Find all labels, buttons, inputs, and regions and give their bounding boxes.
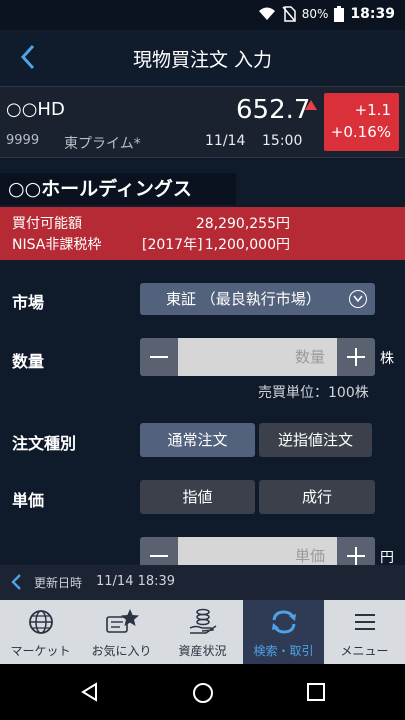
change-percent: +0.16% [330, 123, 391, 141]
update-time: 11/14 18:39 [96, 574, 176, 589]
price-type-market-button[interactable]: 成行 [259, 480, 375, 514]
nav-market[interactable]: マーケット [0, 600, 81, 664]
quantity-plus-button[interactable] [337, 338, 375, 376]
lot-size-text: 売買単位：100株 [258, 385, 369, 401]
order-type-label: 注文種別 [12, 434, 77, 453]
nisa-year: [2017年] [142, 237, 203, 253]
chevron-left-icon [11, 574, 21, 590]
nisa-label: NISA非課税枠 [12, 237, 102, 253]
page-title: 現物買注文 入力 [132, 49, 273, 71]
quantity-label: 数量 [12, 352, 45, 371]
recents-square-icon[interactable] [306, 682, 326, 702]
price-up-arrow-icon [305, 100, 317, 110]
quantity-unit: 株 [380, 351, 394, 367]
price-label: 単価 [12, 491, 45, 510]
nav-label: 検索・取引 [253, 644, 314, 658]
nisa-value: 1,200,000円 [204, 237, 290, 253]
market-select-value: 東証 （最良執行市場） [166, 290, 321, 308]
nav-label: メニュー [340, 644, 389, 658]
nav-menu[interactable]: メニュー [324, 600, 405, 664]
market-select[interactable]: 東証 （最良執行市場） [140, 283, 375, 315]
header: 現物買注文 入力 [0, 30, 405, 86]
home-circle-icon[interactable] [192, 682, 214, 704]
refresh-arrows-icon [271, 610, 296, 634]
stock-summary: ○○HD 9999 東プライム* 652.7 11/14 15:00 +1.1 … [0, 86, 405, 158]
nav-assets[interactable]: 資産状況 [162, 600, 243, 664]
update-label: 更新日時 [34, 576, 83, 590]
bottom-nav: マーケット お気に入り 資産状況 検索・取引 メニュー [0, 600, 405, 664]
nav-label: マーケット [10, 644, 71, 658]
order-type-normal-button[interactable]: 通常注文 [140, 423, 255, 457]
nav-favorites[interactable]: お気に入り [81, 600, 162, 664]
nav-search-trade[interactable]: 検索・取引 [243, 600, 324, 664]
quantity-input[interactable]: 数量 [178, 338, 337, 376]
stock-price: 652.7 [236, 95, 311, 125]
price-unit: 円 [380, 550, 394, 566]
buying-power-value: 28,290,255円 [195, 216, 290, 232]
battery-icon [334, 6, 345, 22]
status-bar: 80% 18:39 [0, 0, 405, 30]
globe-icon [28, 610, 53, 634]
status-time: 18:39 [350, 6, 395, 22]
price-time: 15:00 [262, 133, 303, 149]
chevron-down-icon [349, 290, 367, 308]
favorite-star-icon [105, 609, 139, 633]
price-change-badge: +1.1 +0.16% [324, 93, 399, 151]
market-label: 市場 [12, 293, 45, 312]
quantity-stepper: 数量 [140, 338, 375, 376]
update-bar[interactable]: 更新日時 11/14 18:39 [0, 565, 405, 600]
nav-label: お気に入り [91, 644, 152, 658]
android-nav-bar [0, 664, 405, 720]
buying-power-label: 買付可能額 [12, 216, 82, 232]
funds-panel: 買付可能額 28,290,255円 NISA非課税枠 [2017年] 1,200… [0, 207, 405, 260]
wifi-icon [258, 7, 275, 20]
no-sim-icon [282, 6, 296, 22]
stock-name: ○○HD [6, 99, 65, 120]
menu-lines-icon [354, 614, 375, 630]
back-triangle-icon[interactable] [80, 682, 100, 702]
price-date: 11/14 [205, 133, 246, 149]
coins-hand-icon [189, 608, 216, 634]
order-type-stop-button[interactable]: 逆指値注文 [259, 423, 372, 457]
stock-code: 9999 [6, 133, 40, 148]
stock-market: 東プライム* [64, 136, 141, 152]
nav-label: 資産状況 [178, 644, 227, 658]
price-type-limit-button[interactable]: 指値 [140, 480, 255, 514]
quantity-minus-button[interactable] [140, 338, 178, 376]
change-absolute: +1.1 [354, 101, 391, 119]
company-name: ○○ホールディングス [0, 173, 236, 205]
battery-percent: 80% [301, 7, 329, 21]
